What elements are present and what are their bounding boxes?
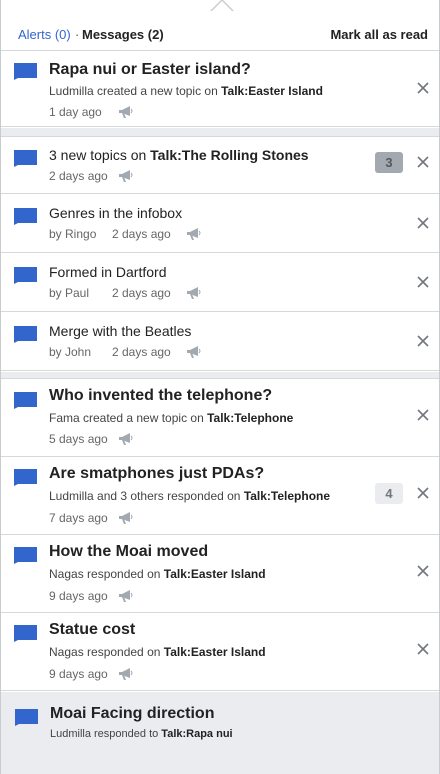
notification-item[interactable]: How the Moai moved Nagas responded on Ta… [1,536,439,613]
notification-time: 9 days ago [49,589,108,603]
notification-title: Who invented the telephone? [49,387,273,404]
megaphone-icon [119,668,133,680]
notification-summary: Nagas responded on Talk:Easter Island [49,567,266,581]
count-badge: 4 [375,483,403,504]
tab-messages[interactable]: Messages (2) [82,27,164,42]
mark-all-as-read-button[interactable]: Mark all as read [330,27,428,42]
tab-separator: · [75,27,80,42]
notification-author: by Paul [49,286,90,300]
close-icon[interactable] [416,155,430,169]
notification-time: 5 days ago [49,432,108,446]
speech-bubble-icon [14,625,37,642]
group-divider [1,372,439,379]
notifications-popup: Alerts (0) · Messages (2) Mark all as re… [0,0,440,774]
notification-item[interactable]: Formed in Dartford by Paul 2 days ago [1,254,439,312]
notification-item[interactable]: Merge with the Beatles by John 2 days ag… [1,313,439,371]
notification-title: Statue cost [49,621,136,638]
notification-item[interactable]: Statue cost Nagas responded on Talk:East… [1,614,439,691]
speech-bubble-icon [14,392,37,409]
megaphone-icon [119,106,133,118]
notification-time: 2 days ago [112,227,171,241]
megaphone-icon [119,433,133,445]
speech-bubble-icon [14,469,37,486]
megaphone-icon [187,346,201,358]
megaphone-icon [119,170,133,182]
notification-title: 3 new topics on Talk:The Rolling Stones [49,147,309,163]
popup-header: Alerts (0) · Messages (2) Mark all as re… [1,0,439,51]
notification-summary: Ludmilla created a new topic on Talk:Eas… [49,84,323,98]
notification-time: 2 days ago [112,345,171,359]
notification-title: How the Moai moved [49,543,209,560]
notification-item[interactable]: Moai Facing direction Ludmilla responded… [1,692,439,774]
close-icon[interactable] [416,216,430,230]
notification-author: by John [49,345,92,359]
megaphone-icon [187,287,201,299]
notification-item[interactable]: Rapa nui or Easter island? Ludmilla crea… [1,52,439,127]
megaphone-icon [119,512,133,524]
tab-alerts[interactable]: Alerts (0) [18,27,71,42]
notification-title: Merge with the Beatles [49,323,192,339]
speech-bubble-icon [14,547,37,564]
close-icon[interactable] [416,81,430,95]
close-icon[interactable] [416,564,430,578]
notification-time: 9 days ago [49,667,108,681]
notification-title: Moai Facing direction [50,705,215,722]
megaphone-icon [187,228,201,240]
notification-item[interactable]: Who invented the telephone? Fama created… [1,380,439,457]
notification-item[interactable]: 3 new topics on Talk:The Rolling Stones … [1,138,439,194]
speech-bubble-icon [14,326,37,343]
speech-bubble-icon [14,63,37,80]
speech-bubble-icon [14,150,37,167]
speech-bubble-icon [14,267,37,284]
notification-summary: Fama created a new topic on Talk:Telepho… [49,411,294,425]
notification-time: 2 days ago [112,286,171,300]
notification-time: 2 days ago [49,169,108,183]
close-icon[interactable] [416,275,430,289]
notification-item[interactable]: Are smatphones just PDAs? Ludmilla and 3… [1,458,439,535]
notification-title: Are smatphones just PDAs? [49,465,265,482]
notification-summary: Ludmilla and 3 others responded on Talk:… [49,489,331,503]
speech-bubble-icon [14,208,37,225]
group-divider [1,128,439,137]
close-icon[interactable] [416,408,430,422]
notification-title: Rapa nui or Easter island? [49,61,251,78]
speech-bubble-icon [15,709,38,726]
notification-title: Formed in Dartford [49,264,167,280]
notification-author: by Ringo [49,227,97,241]
count-badge: 3 [375,152,403,173]
close-icon[interactable] [416,642,430,656]
megaphone-icon [119,590,133,602]
notification-time: 7 days ago [49,511,108,525]
close-icon[interactable] [416,334,430,348]
notification-time: 1 day ago [49,105,102,119]
notification-title: Genres in the infobox [49,205,183,221]
notification-summary: Nagas responded on Talk:Easter Island [49,645,266,659]
notification-item[interactable]: Genres in the infobox by Ringo 2 days ag… [1,195,439,253]
notification-summary: Ludmilla responded to Talk:Rapa nui [50,728,233,740]
close-icon[interactable] [416,486,430,500]
